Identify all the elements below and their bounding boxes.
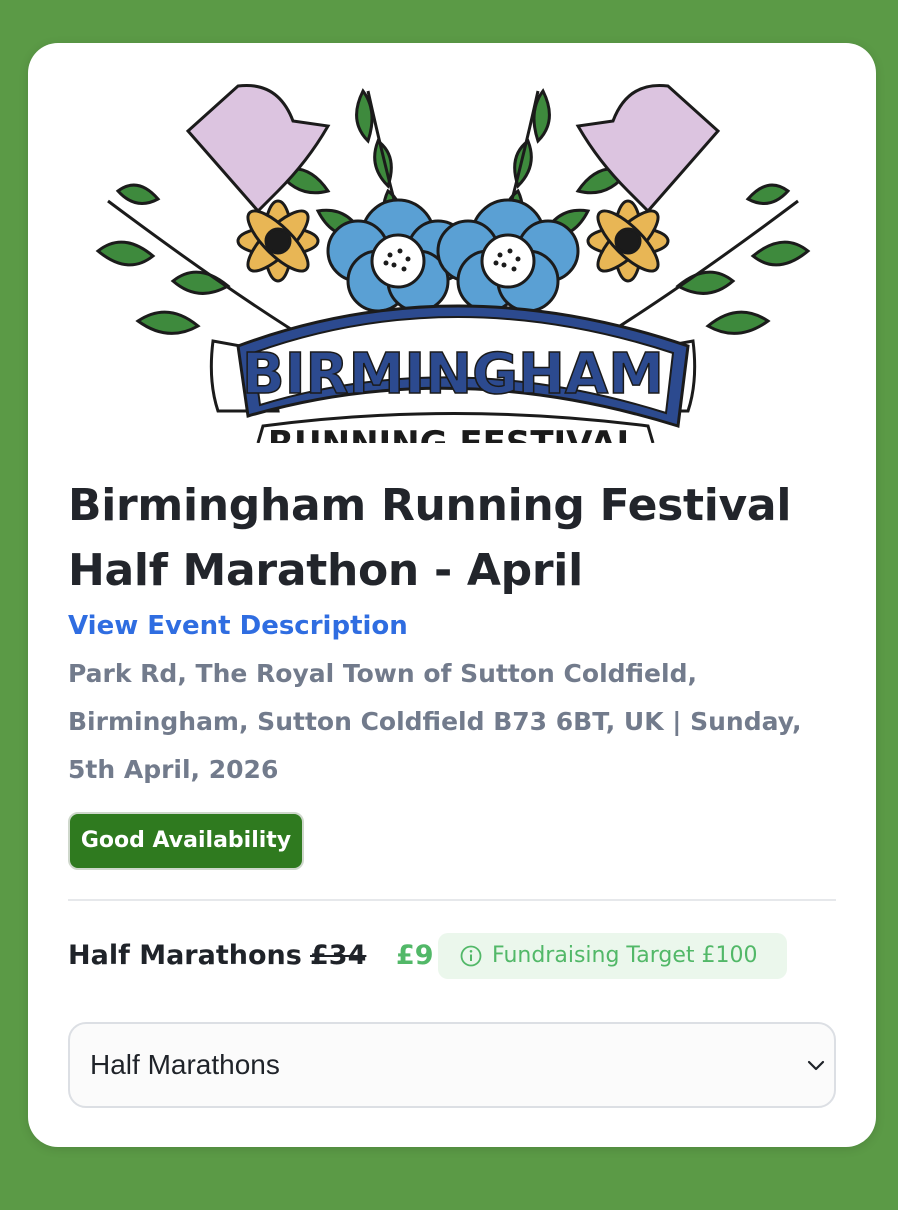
view-event-description-link[interactable]: View Event Description [68,606,408,646]
event-title-line-1: Birmingham Running Festival [68,480,792,531]
original-price: £34 [310,940,367,971]
location-line-3: 5th April, 2026 [68,755,279,784]
yellow-flower-right [586,199,670,283]
info-icon [460,945,482,967]
event-title: Birmingham Running Festival Half Maratho… [68,473,838,603]
fundraising-target-text: Fundraising Target £100 [492,943,758,968]
event-location-date: Park Rd, The Royal Town of Sutton Coldfi… [68,650,828,794]
yellow-flower-left [236,199,320,283]
divider [68,899,836,901]
ticket-type-selected-value: Half Marathons [90,1049,280,1080]
price-row: Half Marathons : £34 £9 Fundraising Targ… [68,932,838,980]
ticket-type-select[interactable]: Half Marathons [68,1022,836,1108]
price-label: Half Marathons : [68,940,323,971]
banner-text: BIRMINGHAM [242,342,664,407]
banner-subtext: RUNNING FESTIVAL [268,424,638,443]
event-logo: BIRMINGHAM RUNNING FESTIVAL [78,81,828,443]
chevron-down-icon [807,1060,825,1071]
location-line-2: Birmingham, Sutton Coldfield B73 6BT, UK… [68,707,802,736]
event-card: BIRMINGHAM RUNNING FESTIVAL Birmingham R… [28,43,876,1147]
event-title-line-2: Half Marathon - April [68,545,583,596]
location-line-1: Park Rd, The Royal Town of Sutton Coldfi… [68,659,697,688]
discounted-price: £9 [396,940,434,971]
fundraising-target-pill: Fundraising Target £100 [438,933,787,979]
birmingham-running-festival-logo: BIRMINGHAM RUNNING FESTIVAL [95,83,811,443]
availability-badge: Good Availability [68,812,304,870]
